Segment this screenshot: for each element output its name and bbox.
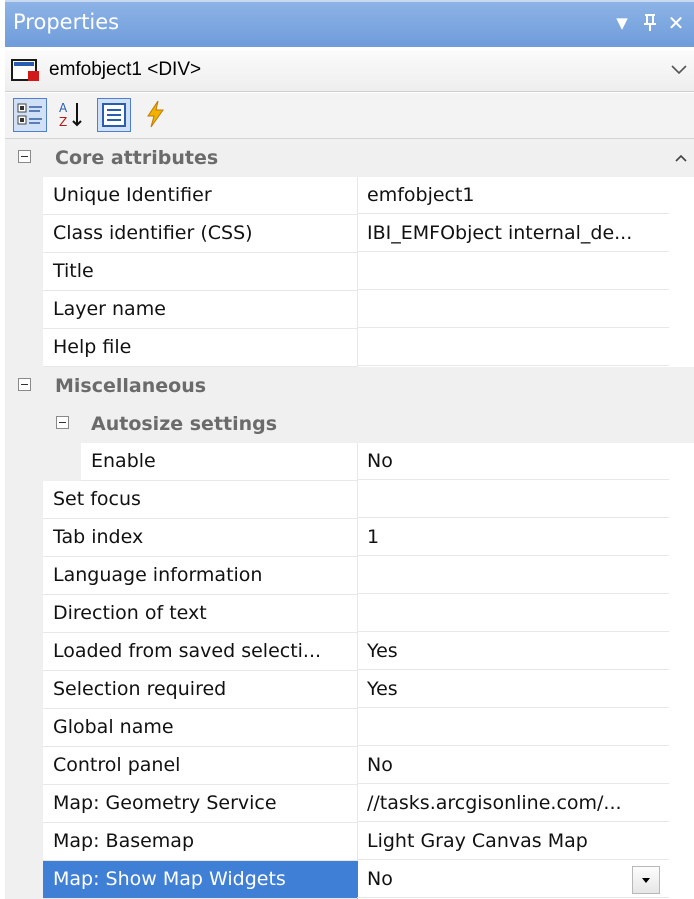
category-core-attributes[interactable]: Core attributes	[5, 139, 694, 177]
property-row[interactable]: Global name	[5, 709, 694, 747]
property-name: Enable	[81, 443, 358, 481]
categorized-button[interactable]	[13, 98, 47, 132]
properties-panel: Properties ▼ ✕ emfobject1 <DIV> A Z Core…	[0, 0, 694, 899]
property-row[interactable]: Map: Basemap Light Gray Canvas Map	[5, 823, 694, 861]
property-name: Set focus	[43, 481, 358, 519]
property-name: Tab index	[43, 519, 358, 557]
categorized-icon	[17, 103, 42, 125]
svg-text:Z: Z	[59, 115, 67, 129]
property-value[interactable]: Light Gray Canvas Map	[357, 823, 669, 860]
object-type-icon	[11, 59, 39, 81]
collapse-icon[interactable]	[18, 378, 31, 391]
events-icon	[147, 100, 164, 128]
property-row-selected[interactable]: Map: Show Map Widgets No	[5, 861, 694, 899]
pin-dropdown-icon[interactable]: ▼	[609, 8, 635, 38]
property-value[interactable]: No	[357, 747, 669, 784]
property-value[interactable]: //tasks.arcgisonline.com/...	[357, 785, 669, 822]
chevron-down-icon[interactable]	[670, 62, 688, 76]
property-name: Language information	[43, 557, 358, 595]
property-row[interactable]: Title	[5, 253, 694, 291]
property-row[interactable]: Language information	[5, 557, 694, 595]
property-row[interactable]: Map: Geometry Service //tasks.arcgisonli…	[5, 785, 694, 823]
property-name: Title	[43, 253, 358, 291]
property-name: Class identifier (CSS)	[43, 215, 358, 253]
property-name: Unique Identifier	[43, 177, 358, 215]
events-button[interactable]	[139, 98, 173, 132]
value-dropdown-button[interactable]	[632, 866, 660, 894]
property-row[interactable]: Unique Identifier emfobject1	[5, 177, 694, 215]
property-value[interactable]	[357, 709, 669, 746]
category-label: Core attributes	[55, 147, 219, 169]
property-row[interactable]: Control panel No	[5, 747, 694, 785]
property-row[interactable]: Help file	[5, 329, 694, 367]
property-value[interactable]	[357, 481, 669, 518]
svg-text:A: A	[59, 101, 68, 115]
property-name: Map: Geometry Service	[43, 785, 358, 823]
close-icon[interactable]: ✕	[663, 8, 689, 38]
category-label: Autosize settings	[91, 413, 278, 435]
property-value[interactable]	[357, 253, 669, 290]
property-row[interactable]: Direction of text	[5, 595, 694, 633]
property-value[interactable]: No	[357, 443, 669, 480]
category-miscellaneous[interactable]: Miscellaneous	[5, 367, 694, 405]
property-row[interactable]: Enable No	[5, 443, 694, 481]
collapse-icon[interactable]	[56, 416, 69, 429]
property-name: Control panel	[43, 747, 358, 785]
property-toolbar: A Z	[5, 93, 694, 139]
property-value[interactable]: Yes	[357, 671, 669, 708]
property-value[interactable]: emfobject1	[357, 177, 669, 214]
property-name: Map: Show Map Widgets	[43, 861, 358, 899]
auto-hide-pin-icon[interactable]	[637, 8, 663, 38]
property-name: Map: Basemap	[43, 823, 358, 861]
property-value[interactable]	[357, 329, 669, 366]
property-row[interactable]: Set focus	[5, 481, 694, 519]
object-selector-value: emfobject1 <DIV>	[49, 59, 202, 80]
properties-icon	[102, 103, 126, 127]
panel-title: Properties	[13, 10, 120, 34]
category-label: Miscellaneous	[55, 375, 207, 397]
property-row[interactable]: Tab index 1	[5, 519, 694, 557]
title-bar: Properties ▼ ✕	[5, 0, 694, 47]
property-value[interactable]: 1	[357, 519, 669, 556]
property-row[interactable]: Layer name	[5, 291, 694, 329]
property-row[interactable]: Loaded from saved selecti... Yes	[5, 633, 694, 671]
scroll-up-icon[interactable]	[673, 151, 689, 165]
property-grid: Core attributes Unique Identifier emfobj…	[5, 139, 694, 899]
property-value[interactable]	[357, 595, 669, 632]
category-autosize-settings[interactable]: Autosize settings	[5, 405, 694, 443]
property-value[interactable]	[357, 557, 669, 594]
property-value[interactable]: Yes	[357, 633, 669, 670]
property-name: Selection required	[43, 671, 358, 709]
property-name: Loaded from saved selecti...	[43, 633, 358, 671]
property-name: Direction of text	[43, 595, 358, 633]
property-name: Global name	[43, 709, 358, 747]
alphabetical-button[interactable]: A Z	[55, 98, 89, 132]
property-row[interactable]: Class identifier (CSS) IBI_EMFObject int…	[5, 215, 694, 253]
collapse-icon[interactable]	[18, 150, 31, 163]
property-row[interactable]: Selection required Yes	[5, 671, 694, 709]
property-name: Help file	[43, 329, 358, 367]
property-name: Layer name	[43, 291, 358, 329]
properties-view-button[interactable]	[97, 98, 131, 132]
object-selector[interactable]: emfobject1 <DIV>	[5, 50, 694, 92]
alphabetical-icon: A Z	[59, 101, 82, 129]
property-value[interactable]: No	[357, 861, 669, 898]
property-value[interactable]: IBI_EMFObject internal_de...	[357, 215, 669, 252]
property-value[interactable]	[357, 291, 669, 328]
